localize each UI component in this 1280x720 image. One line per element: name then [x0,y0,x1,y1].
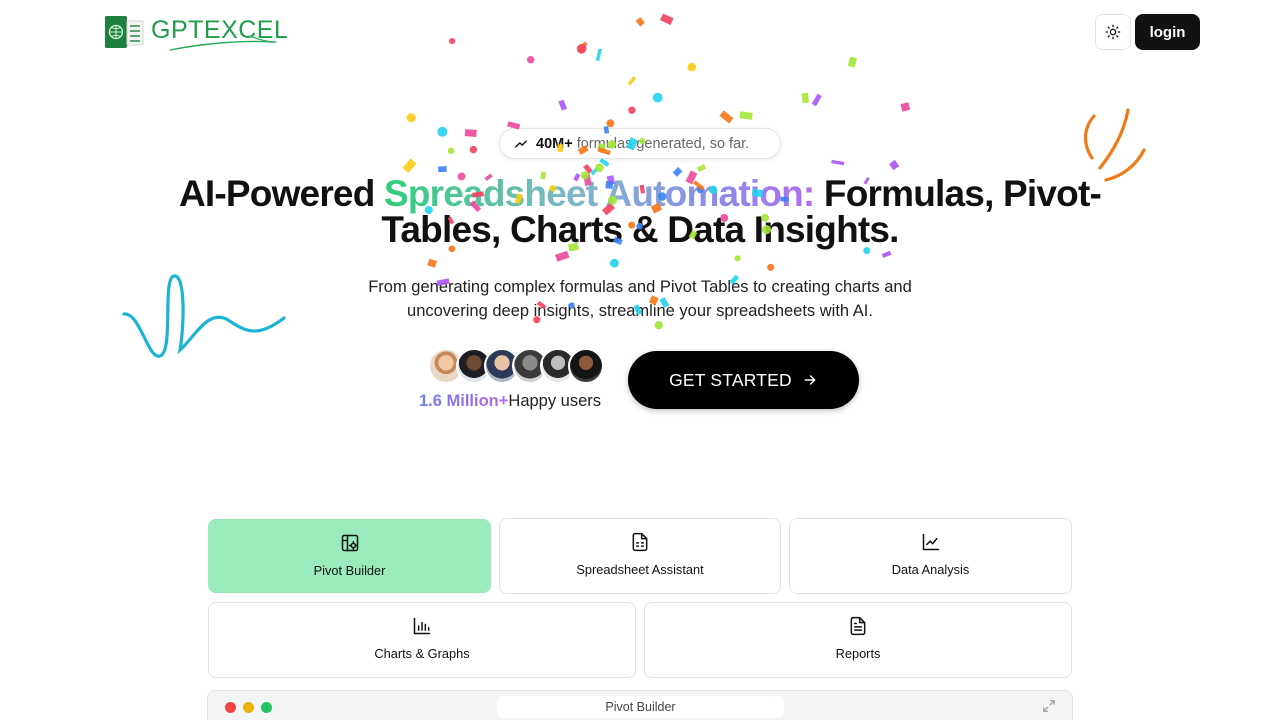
login-button[interactable]: login [1135,14,1200,50]
tab-data-analysis[interactable]: Data Analysis [789,518,1072,594]
sun-icon [1105,24,1121,40]
tab-label: Data Analysis [891,562,970,577]
users-label: Happy users [508,392,602,410]
confetti-piece [881,250,892,258]
confetti-piece [811,93,822,107]
confetti-piece [734,255,741,262]
tab-pivot-builder[interactable]: Pivot Builder [208,519,491,593]
tab-spreadsheet-assistant[interactable]: Spreadsheet Assistant [499,518,781,594]
confetti-piece [847,56,857,68]
confetti-piece [889,159,900,171]
confetti-piece [577,41,588,54]
confetti-piece [599,158,610,167]
arrow-right-icon [804,375,816,385]
confetti-piece [739,111,753,120]
pivot-table-icon [339,532,361,554]
formulas-counter-badge: 40M+ formulas generated, so far. [499,128,781,159]
bar-chart-icon [411,615,433,637]
excel-logo-icon [103,12,145,52]
get-started-button[interactable]: GET STARTED [628,351,859,409]
confetti-piece [801,92,809,104]
confetti-piece [558,99,568,111]
maximize-dot [261,702,272,713]
avatar [568,348,604,384]
confetti-piece [652,92,663,103]
confetti-piece [576,43,587,54]
confetti-piece [610,258,619,268]
logo-swoosh-decoration [169,35,277,51]
confetti-piece [687,62,697,72]
minimize-dot [243,702,254,713]
tab-charts-graphs[interactable]: Charts & Graphs [208,602,636,678]
confetti-piece [719,110,734,124]
tab-reports[interactable]: Reports [644,602,1072,678]
tab-label: Reports [835,646,881,661]
confetti-piece [628,106,636,115]
confetti-piece [595,163,604,173]
tab-label: Pivot Builder [313,563,386,578]
confetti-piece [464,129,477,137]
confetti-piece [900,102,911,112]
hero-subtitle: From generating complex formulas and Piv… [368,278,912,320]
blue-squiggle-decoration [122,274,286,358]
confetti-piece [437,126,448,137]
confetti-piece [469,145,478,154]
confetti-piece [635,17,645,27]
line-chart-icon [920,531,942,553]
preview-title: Pivot Builder [497,696,784,718]
expand-icon[interactable] [1042,699,1056,713]
tab-label: Spreadsheet Assistant [576,562,704,577]
confetti-piece [447,147,455,155]
confetti-piece [660,13,674,26]
confetti-piece [767,263,775,271]
theme-toggle-button[interactable] [1095,14,1131,50]
confetti-piece [606,119,615,128]
confetti-piece [406,113,416,123]
headline-part1: AI-Powered [178,173,384,214]
confetti-piece [438,166,447,173]
users-count: 1.6 Million+ [419,392,509,410]
tab-label: Charts & Graphs [374,646,470,661]
close-dot [225,702,236,713]
headline-highlight: Spreadsheet Automation: [384,173,815,214]
spreadsheet-file-icon [629,531,651,553]
counter-value: 40M+ [536,135,573,152]
confetti-piece [696,164,707,173]
confetti-piece [449,38,456,45]
preview-window: Pivot Builder [207,690,1073,720]
confetti-piece [427,258,437,268]
confetti-piece [595,48,603,62]
trend-up-icon [515,139,527,148]
page-title: AI-Powered Spreadsheet Automation: Formu… [140,173,1140,248]
confetti-piece [627,76,637,86]
confetti-piece [527,56,535,64]
confetti-piece [831,159,845,166]
confetti-piece [555,250,570,262]
get-started-label: GET STARTED [669,369,792,390]
confetti-piece [402,158,417,173]
happy-users-count: 1.6 Million+Happy users [419,392,601,411]
counter-text: formulas generated, so far. [576,135,750,152]
report-document-icon [847,615,869,637]
